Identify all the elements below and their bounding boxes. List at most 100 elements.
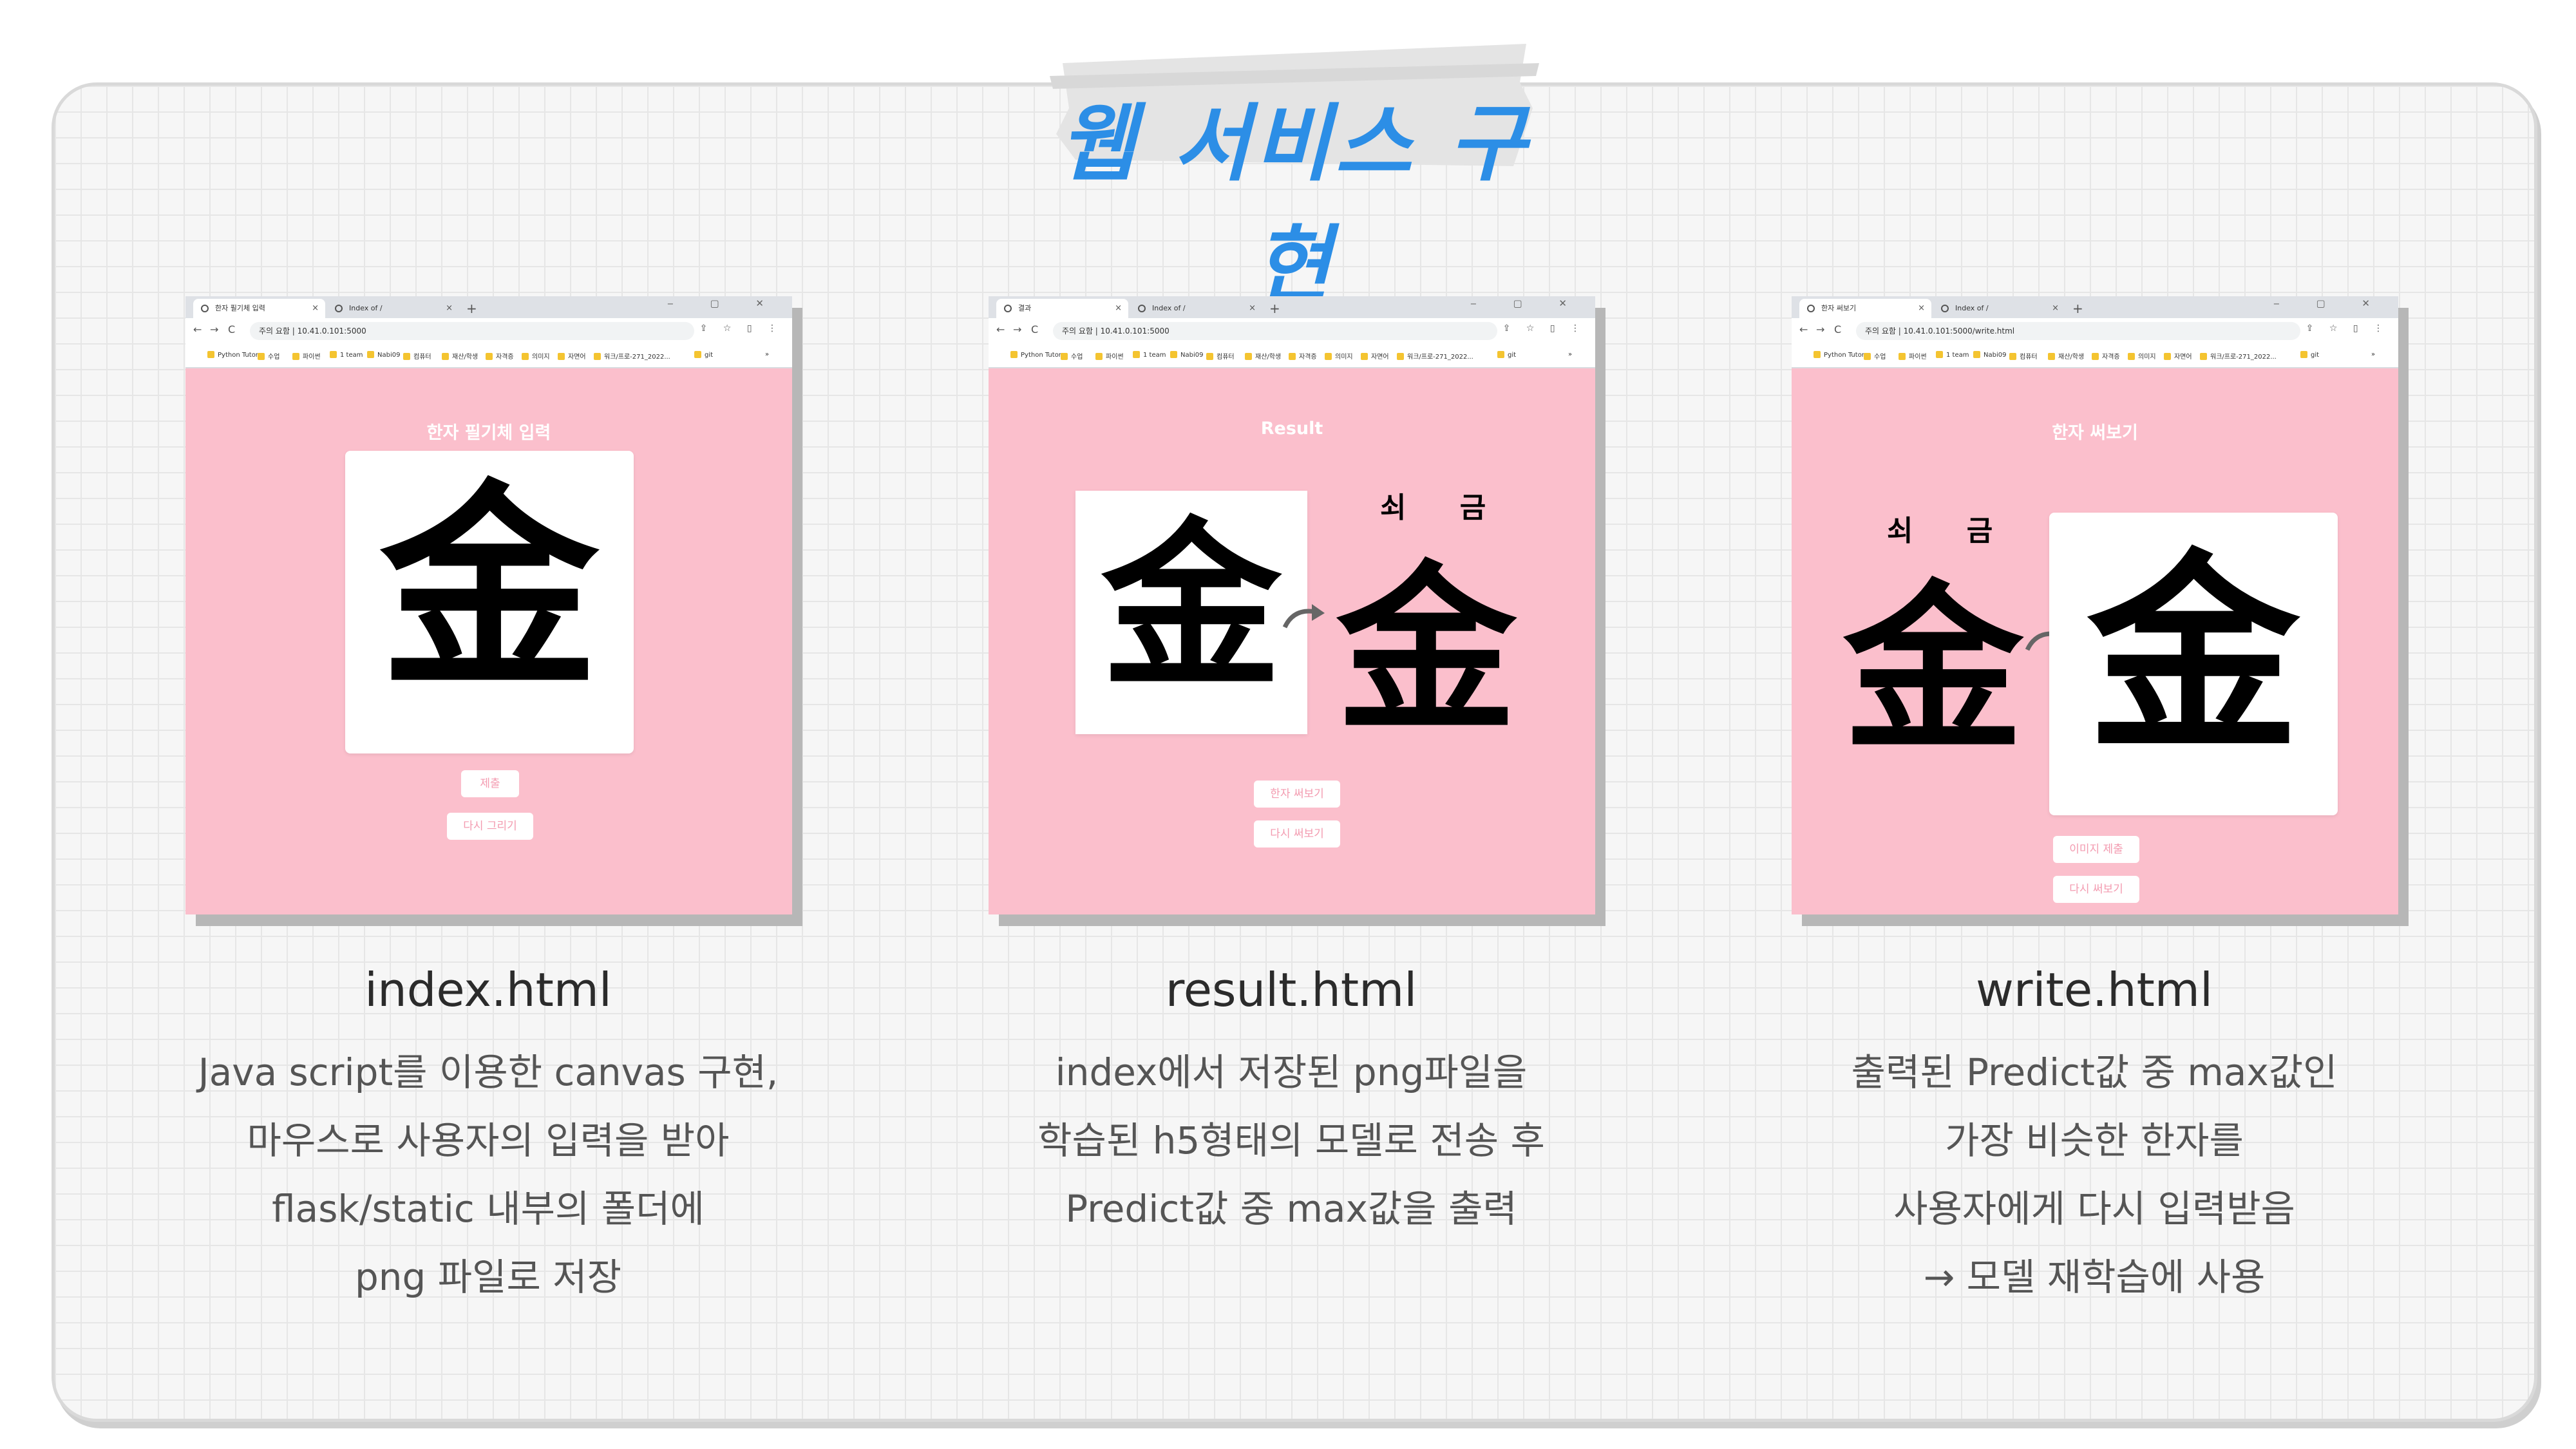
bookmark-item[interactable]: Nabi09	[367, 351, 400, 359]
redraw-button[interactable]: 다시 그리기	[447, 813, 533, 840]
bookmark-item[interactable]: 재산/학생	[442, 351, 478, 361]
bookmark-item[interactable]: 파이썬	[1095, 351, 1124, 361]
bookmark-item[interactable]: 컴퓨터	[1206, 351, 1235, 361]
bookmark-item[interactable]: 재산/학생	[2048, 351, 2084, 361]
bookmarks-bar: Python Tutor 수업 파이썬 1 team Nabi09 컴퓨터 재산/학생 자격증…	[989, 344, 1595, 367]
drawing-canvas[interactable]: 金	[2049, 513, 2338, 815]
forward-icon[interactable]: →	[1013, 323, 1021, 336]
bookmark-item[interactable]: Nabi09	[1973, 351, 2006, 359]
submit-image-button[interactable]: 이미지 제출	[2053, 836, 2139, 863]
reload-icon[interactable]: C	[1834, 323, 1841, 336]
bookmark-label: 수업	[268, 354, 280, 361]
bookmarks-more-icon[interactable]: »	[1568, 351, 1572, 358]
bookmark-label: 자면어	[1371, 354, 1389, 361]
bookmark-item[interactable]: 자면어	[558, 351, 586, 361]
close-icon[interactable]: ×	[1249, 299, 1256, 318]
bookmark-item[interactable]: 워크/프로-271_2022...	[2200, 351, 2277, 361]
window-controls[interactable]: ‒ ▢ ✕	[667, 298, 781, 309]
folder-icon	[1973, 351, 1980, 358]
bookmark-item[interactable]: 자격증	[486, 351, 514, 361]
bookmark-item[interactable]: git	[694, 351, 713, 359]
browser-action-icons[interactable]: ⇪ ☆ ▯ ⋮	[700, 323, 783, 334]
back-icon[interactable]: ←	[996, 323, 1005, 336]
close-icon[interactable]: ×	[1115, 299, 1122, 318]
bookmark-item[interactable]: 워크/프로-271_2022...	[1397, 351, 1473, 361]
bookmark-item[interactable]: 1 team	[1936, 351, 1969, 359]
folder-icon	[1095, 353, 1103, 360]
address-bar[interactable]: 주의 요함 | 10.41.0.101:5000	[250, 322, 694, 340]
bookmarks-more-icon[interactable]: »	[2371, 351, 2375, 358]
globe-icon	[1004, 305, 1012, 312]
reload-icon[interactable]: C	[228, 323, 235, 336]
window-controls[interactable]: ‒ ▢ ✕	[2273, 298, 2387, 309]
bookmark-item[interactable]: Python Tutor	[207, 351, 258, 359]
bookmark-label: Nabi09	[377, 352, 401, 359]
browser-tab-active[interactable]: 한자 필기체 입력 ×	[193, 299, 325, 318]
bookmark-item[interactable]: 수업	[1864, 351, 1886, 361]
browser-action-icons[interactable]: ⇪ ☆ ▯ ⋮	[2306, 323, 2389, 334]
bookmarks-more-icon[interactable]: »	[765, 351, 769, 358]
bookmark-item[interactable]: 수업	[258, 351, 279, 361]
write-hanja-button[interactable]: 한자 써보기	[1254, 781, 1340, 808]
close-icon[interactable]: ×	[1918, 299, 1925, 318]
back-icon[interactable]: ←	[1799, 323, 1808, 336]
bookmark-item[interactable]: git	[2300, 351, 2319, 359]
browser-tab[interactable]: Index of / ×	[1933, 299, 2065, 318]
address-bar[interactable]: 주의 요함 | 10.41.0.101:5000/write.html	[1856, 322, 2300, 340]
folder-icon	[1397, 353, 1404, 360]
folder-icon	[1497, 351, 1504, 358]
bookmark-item[interactable]: 자면어	[1361, 351, 1389, 361]
bookmark-item[interactable]: 의미지	[522, 351, 550, 361]
bookmark-item[interactable]: 자격증	[2092, 351, 2120, 361]
bookmark-item[interactable]: 1 team	[1133, 351, 1166, 359]
bookmark-item[interactable]: 1 team	[330, 351, 363, 359]
new-tab-button[interactable]: +	[2072, 299, 2083, 318]
drawing-canvas[interactable]: 金	[345, 451, 634, 753]
browser-tab-active[interactable]: 결과 ×	[996, 299, 1128, 318]
bookmark-item[interactable]: 자격증	[1289, 351, 1317, 361]
new-tab-button[interactable]: +	[466, 299, 477, 318]
bookmark-item[interactable]: 재산/학생	[1245, 351, 1281, 361]
bookmark-item[interactable]: 파이썬	[292, 351, 321, 361]
bookmark-item[interactable]: 파이썬	[1899, 351, 1927, 361]
bookmark-label: 자격증	[496, 354, 514, 361]
forward-icon[interactable]: →	[210, 323, 218, 336]
address-bar[interactable]: 주의 요함 | 10.41.0.101:5000	[1053, 322, 1497, 340]
bookmark-label: 재산/학생	[2058, 354, 2085, 361]
submit-button[interactable]: 제출	[461, 770, 519, 797]
bookmark-label: Nabi09	[1180, 352, 1204, 359]
close-icon[interactable]: ×	[2052, 299, 2059, 318]
rewrite-button[interactable]: 다시 써보기	[1254, 820, 1340, 848]
folder-icon	[2164, 353, 2171, 360]
bookmark-item[interactable]: Nabi09	[1170, 351, 1203, 359]
browser-action-icons[interactable]: ⇪ ☆ ▯ ⋮	[1503, 323, 1586, 334]
folder-icon	[403, 353, 410, 360]
page-title: Result	[1260, 419, 1323, 439]
predicted-hanja: 金	[1336, 544, 1517, 756]
back-icon[interactable]: ←	[193, 323, 202, 336]
new-tab-button[interactable]: +	[1269, 299, 1280, 318]
bookmark-item[interactable]: 의미지	[2128, 351, 2156, 361]
folder-icon	[292, 353, 299, 360]
bookmark-item[interactable]: 워크/프로-271_2022...	[594, 351, 670, 361]
bookmark-item[interactable]: Python Tutor	[1010, 351, 1061, 359]
bookmark-item[interactable]: 자면어	[2164, 351, 2192, 361]
browser-tab-active[interactable]: 한자 써보기 ×	[1799, 299, 1931, 318]
reload-icon[interactable]: C	[1031, 323, 1038, 336]
browser-tab[interactable]: Index of / ×	[327, 299, 459, 318]
close-icon[interactable]: ×	[312, 299, 319, 318]
rewrite-button[interactable]: 다시 써보기	[2053, 876, 2139, 903]
bookmark-item[interactable]: git	[1497, 351, 1516, 359]
browser-tab[interactable]: Index of / ×	[1130, 299, 1262, 318]
forward-icon[interactable]: →	[1816, 323, 1824, 336]
window-controls[interactable]: ‒ ▢ ✕	[1470, 298, 1584, 309]
close-icon[interactable]: ×	[446, 299, 453, 318]
bookmark-item[interactable]: 컴퓨터	[2009, 351, 2038, 361]
bookmark-item[interactable]: 의미지	[1325, 351, 1353, 361]
bookmark-label: 컴퓨터	[2020, 354, 2038, 361]
bookmark-item[interactable]: 수업	[1061, 351, 1083, 361]
bookmark-label: 수업	[1071, 354, 1083, 361]
bookmarks-bar: Python Tutor 수업 파이썬 1 team Nabi09 컴퓨터 재산/학생 자격증…	[1792, 344, 2398, 367]
bookmark-item[interactable]: Python Tutor	[1814, 351, 1864, 359]
bookmark-item[interactable]: 컴퓨터	[403, 351, 431, 361]
